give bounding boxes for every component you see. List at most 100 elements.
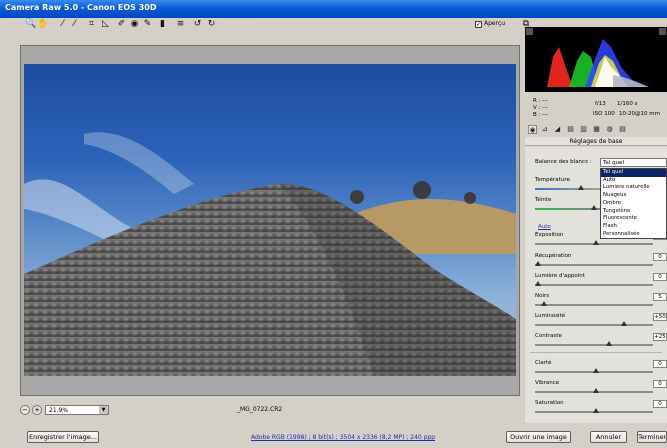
gradient-icon[interactable]: ▮ (157, 18, 168, 30)
tab-camera-calibration-icon[interactable]: ◍ (605, 125, 614, 134)
white-balance-option[interactable]: Fluorescente (601, 215, 666, 223)
zoom-out-button[interactable]: − (20, 405, 30, 415)
slider-thumb[interactable] (592, 388, 599, 393)
tab-hsl-icon[interactable]: ▤ (566, 125, 575, 134)
save-image-button[interactable]: Enregistrer l'image... (27, 431, 99, 443)
zoom-value: 21.9% (49, 407, 69, 414)
preview-image[interactable] (24, 64, 516, 376)
histogram-graph (547, 39, 649, 87)
slider-thumb[interactable] (592, 408, 599, 413)
workflow-options-link[interactable]: Adobe RGB (1998) ; 8 bit(s) ; 3504 x 233… (251, 434, 435, 441)
zoom-row: − + 21.9% ▼ _MG_0722.CR2 (20, 405, 520, 417)
white-balance-option[interactable]: Nuageux (601, 192, 666, 200)
panel-tabs: ◉ ⊿ ◢ ▤ ▥ ▦ ◍ ▤ (525, 124, 667, 136)
slider-label: Luminosité (535, 313, 566, 319)
iso: ISO 100 (593, 111, 615, 117)
preview-area (20, 45, 520, 396)
straighten-icon[interactable]: ◺ (100, 18, 111, 30)
cancel-button[interactable]: Annuler (590, 431, 627, 443)
eyedropper-icon[interactable]: ⁄ (57, 18, 68, 30)
auto-link[interactable]: Auto (538, 224, 551, 230)
title-bar: Camera Raw 5.0 - Canon EOS 30D (0, 0, 667, 18)
slider-label: Saturation (535, 400, 564, 406)
zoom-icon[interactable]: 🔍 (25, 18, 36, 30)
slider-value-field[interactable]: +50 (653, 313, 667, 321)
rotate-right-icon[interactable]: ↻ (206, 18, 217, 30)
preview-label: Aperçu (484, 20, 506, 27)
hand-icon[interactable]: ✋ (37, 18, 48, 30)
preview-checkbox[interactable]: ✓ (475, 21, 482, 28)
slider-track[interactable] (535, 264, 653, 266)
temperature-thumb[interactable] (578, 185, 584, 190)
basic-panel: Balance des blancs : Tel quel Températur… (525, 147, 667, 423)
prefs-icon[interactable]: ≡ (175, 18, 186, 30)
tab-presets-icon[interactable]: ▤ (618, 125, 627, 134)
slider-track[interactable] (535, 304, 653, 306)
brush-icon[interactable]: ✎ (142, 18, 153, 30)
white-balance-option[interactable]: Personnalisée (601, 231, 666, 239)
slider-label: Récupération (535, 253, 572, 259)
slider-thumb[interactable] (621, 321, 628, 326)
tab-tone-curve-icon[interactable]: ⊿ (540, 125, 549, 134)
slider-label: Noirs (535, 293, 550, 299)
window-title: Camera Raw 5.0 - Canon EOS 30D (5, 3, 157, 12)
tint-thumb[interactable] (591, 205, 597, 210)
histogram (525, 27, 667, 100)
slider-value-field[interactable]: 0 (653, 400, 667, 408)
slider-track[interactable] (535, 324, 653, 326)
panel-title: Réglages de base (525, 137, 667, 146)
g-readout: V : --- (533, 105, 549, 111)
tab-detail-icon[interactable]: ◢ (553, 125, 562, 134)
image-info: R : --- V : --- B : --- f/13 1/160 s ISO… (525, 92, 667, 123)
slider-value-field[interactable]: 0 (653, 360, 667, 368)
rotate-left-icon[interactable]: ↺ (192, 18, 203, 30)
slider-value-field[interactable]: 0 (653, 380, 667, 388)
white-balance-label: Balance des blancs : (535, 159, 592, 165)
tab-basic-icon[interactable]: ◉ (528, 125, 537, 134)
white-balance-option[interactable]: Lumière naturelle (601, 184, 666, 192)
lens: 10-20@10 mm (619, 111, 660, 117)
slider-value-field[interactable]: 5 (653, 293, 667, 301)
slider-thumb[interactable] (592, 240, 599, 245)
slider-value-field[interactable]: +25 (653, 333, 667, 341)
open-image-button[interactable]: Ouvrir une image (506, 431, 571, 443)
white-balance-option[interactable]: Flash (601, 223, 666, 231)
white-balance-option[interactable]: Ombre (601, 200, 666, 208)
preview-toggle[interactable]: ✓ Aperçu (475, 20, 513, 30)
slider-label: Lumière d'appoint (535, 273, 585, 279)
slider-value-field[interactable]: 0 (653, 273, 667, 281)
slider-label: Contraste (535, 333, 562, 339)
slider-value-field[interactable]: 0 (653, 253, 667, 261)
chevron-down-icon: ▼ (99, 406, 108, 414)
slider-thumb[interactable] (606, 341, 613, 346)
slider-label: Clarté (535, 360, 552, 366)
tab-split-toning-icon[interactable]: ▥ (579, 125, 588, 134)
temperature-label: Température (535, 177, 570, 183)
r-readout: R : --- (533, 98, 549, 104)
b-readout: B : --- (533, 112, 549, 118)
crop-icon[interactable]: ⌗ (86, 18, 97, 30)
toolbar: 🔍 ✋ ⁄ ⁄ ⌗ ◺ ✐ ◉ ✎ ▮ ≡ ↺ ↻ ✓ Aperçu ⧉ (20, 18, 529, 38)
zoom-in-button[interactable]: + (32, 405, 42, 415)
white-balance-option[interactable]: Tel quel (601, 169, 666, 177)
done-button[interactable]: Terminer (637, 431, 667, 443)
shutter-speed: 1/160 s (617, 101, 638, 107)
zoom-select[interactable]: 21.9% ▼ (45, 405, 109, 415)
shadow-clipping-icon[interactable] (526, 28, 533, 35)
slider-track[interactable] (535, 284, 653, 286)
slider-thumb[interactable] (535, 261, 541, 266)
white-balance-dropdown[interactable]: Tel quel Auto Lumière naturelle Nuageux Ombr… (600, 168, 667, 239)
white-balance-select[interactable]: Tel quel (600, 158, 667, 167)
slider-thumb[interactable] (592, 368, 599, 373)
highlight-clipping-icon[interactable] (659, 28, 666, 35)
slider-thumb[interactable] (540, 301, 547, 306)
color-sampler-icon[interactable]: ⁄ (69, 18, 80, 30)
tab-lens-icon[interactable]: ▦ (592, 125, 601, 134)
red-eye-icon[interactable]: ◉ (129, 18, 140, 30)
white-balance-option[interactable]: Tungstène (601, 208, 666, 216)
spot-removal-icon[interactable]: ✐ (116, 18, 127, 30)
white-balance-value: Tel quel (603, 160, 624, 166)
slider-track[interactable] (535, 344, 653, 346)
slider-label: Vibrance (535, 380, 560, 386)
slider-thumb[interactable] (535, 281, 541, 286)
